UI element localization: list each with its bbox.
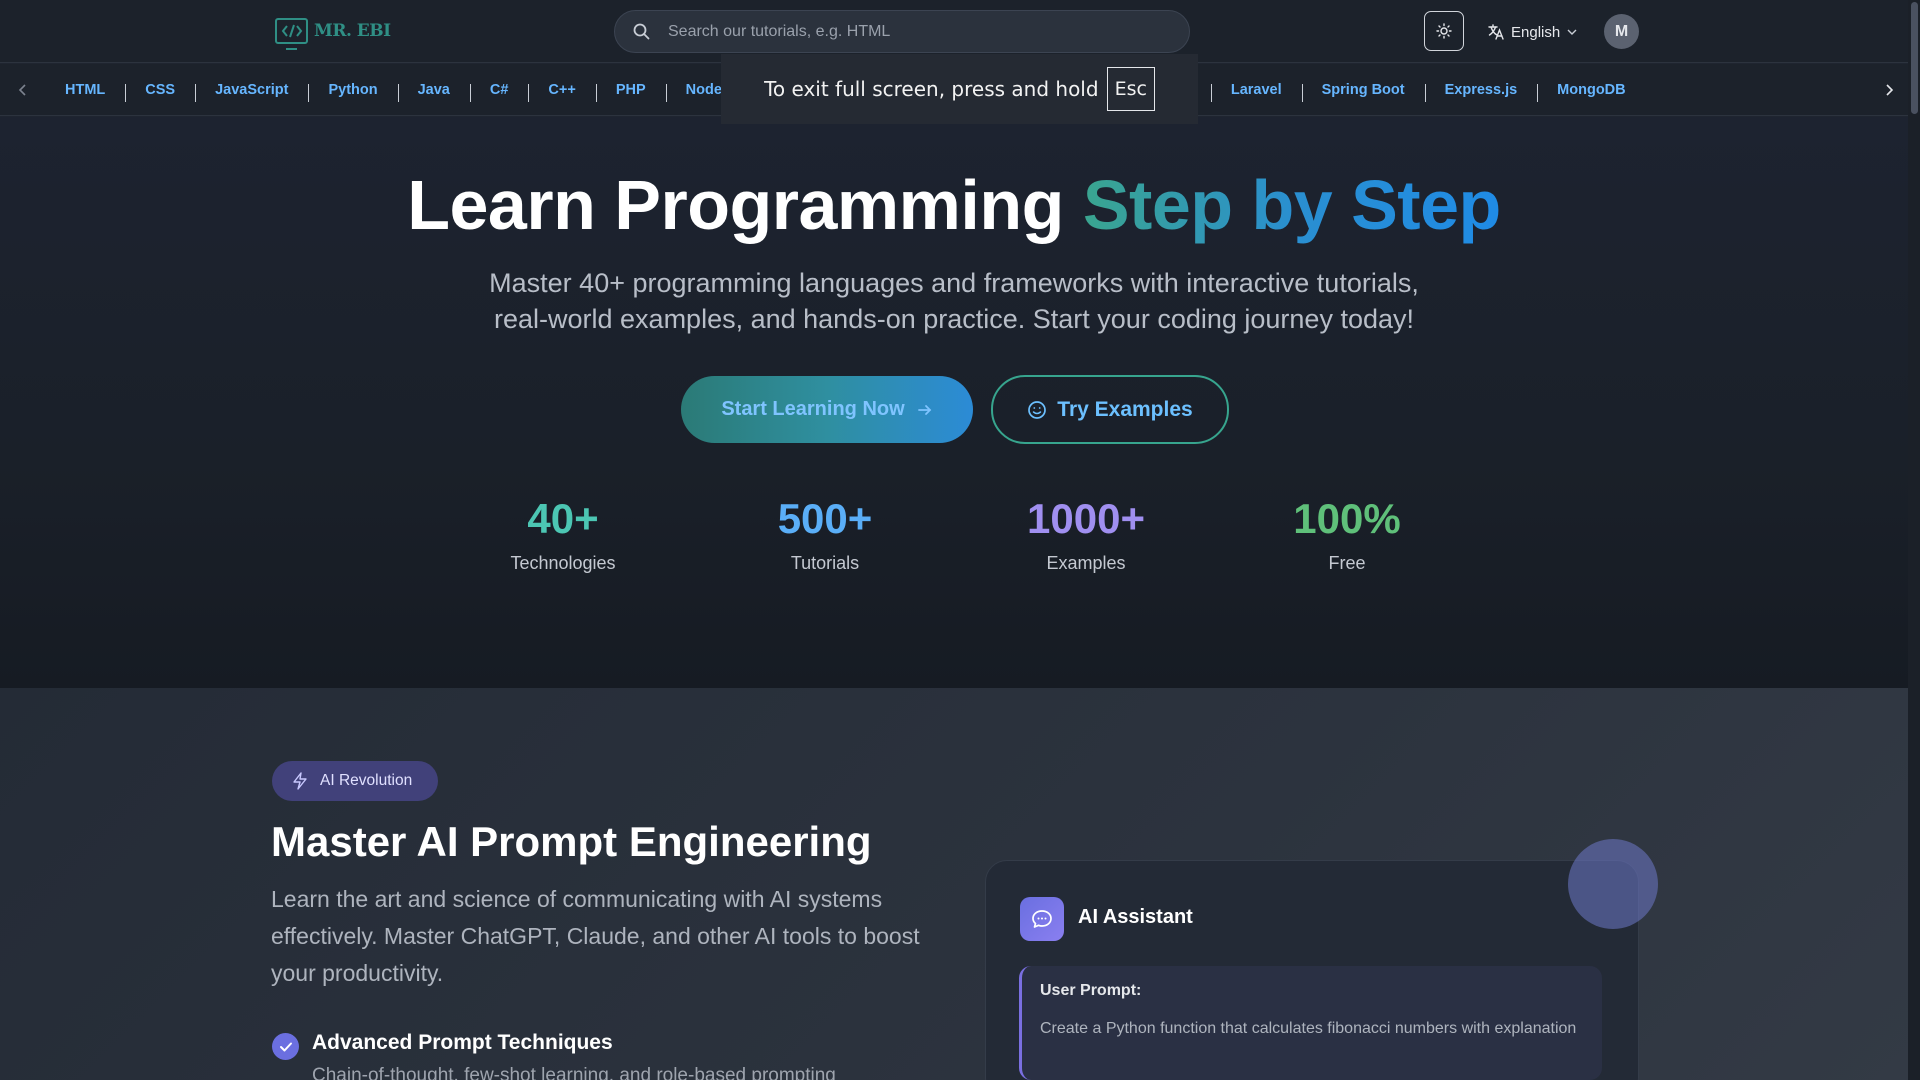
language-selector[interactable]: English [1487, 20, 1578, 44]
feature-title: Advanced Prompt Techniques [312, 1031, 613, 1054]
prompt-text: Create a Python function that calculates… [1040, 1020, 1577, 1037]
stat-value: 100% [1293, 495, 1401, 542]
hero-title-highlight: Step by Step [1082, 166, 1501, 244]
page-scrollbar-thumb[interactable] [1911, 2, 1918, 114]
stat-value: 40+ [527, 495, 599, 542]
ai-revolution-badge: AI Revolution [272, 761, 438, 801]
nav-item[interactable]: C# [469, 82, 529, 102]
smile-icon [1028, 400, 1047, 419]
prompt-label: User Prompt: [1040, 982, 1142, 999]
hero-subtitle-line1: Master 40+ programming languages and fra… [489, 268, 1419, 298]
sun-icon [1436, 23, 1452, 39]
nav-item[interactable]: JavaScript [195, 82, 308, 102]
user-prompt-box: User Prompt: Create a Python function th… [1019, 966, 1602, 1080]
ai-badge-label: AI Revolution [320, 772, 413, 789]
stat-free: 100% Free [1247, 495, 1447, 574]
stat-label: Technologies [510, 553, 616, 573]
search-icon [633, 23, 650, 40]
stat-examples: 1000+ Examples [986, 495, 1186, 574]
nav-item[interactable]: Python [308, 82, 397, 102]
start-learning-button[interactable]: Start Learning Now [681, 376, 973, 443]
chevron-left-icon [18, 84, 26, 96]
nav-item[interactable]: Laravel [1210, 82, 1302, 102]
hero-subtitle-line2: real-world examples, and hands-on practi… [494, 304, 1414, 334]
chevron-down-icon [1567, 29, 1577, 35]
search-input[interactable] [668, 22, 1148, 41]
stat-label: Tutorials [790, 553, 860, 573]
user-avatar[interactable]: M [1604, 14, 1639, 49]
lightning-icon [293, 772, 307, 790]
ai-assistant-title: AI Assistant [1078, 906, 1193, 928]
ai-section-title: Master AI Prompt Engineering [271, 818, 872, 865]
nav-scroll-right-button[interactable] [1866, 64, 1911, 116]
start-learning-label: Start Learning Now [721, 398, 905, 420]
nav-scroll-left-button[interactable] [0, 64, 45, 116]
hero-title: Learn Programming Step by Step [0, 165, 1908, 245]
site-logo[interactable]: MR. EBI [275, 16, 391, 50]
logo-text: MR. EBI [314, 21, 391, 41]
translate-icon [1488, 24, 1504, 40]
hero-subtitle: Master 40+ programming languages and fra… [404, 265, 1504, 337]
stat-technologies: 40+ Technologies [463, 495, 663, 574]
search-bar[interactable] [614, 10, 1190, 53]
nav-item[interactable]: C++ [528, 82, 595, 102]
nav-item[interactable]: HTML [45, 82, 125, 98]
theme-toggle-button[interactable] [1424, 11, 1464, 51]
nav-item[interactable]: Spring Boot [1301, 82, 1425, 102]
try-examples-label: Try Examples [1057, 397, 1193, 421]
language-label: English [1511, 23, 1561, 41]
fullscreen-exit-toast: To exit full screen, press and hold Esc [721, 54, 1198, 124]
nav-item[interactable]: MongoDB [1537, 82, 1645, 102]
esc-key-hint: Esc [1106, 67, 1155, 111]
ai-section-description: Learn the art and science of communicati… [271, 886, 920, 986]
stat-value: 1000+ [1027, 495, 1145, 542]
decorative-circle [1568, 839, 1658, 929]
chat-bubble-icon [1020, 897, 1064, 941]
check-icon [272, 1033, 299, 1060]
try-examples-button[interactable]: Try Examples [991, 375, 1229, 444]
logo-monitor-icon [275, 18, 308, 50]
nav-item[interactable]: Express.js [1424, 82, 1538, 102]
nav-item[interactable]: CSS [125, 82, 195, 102]
hero-title-plain: Learn Programming [407, 166, 1083, 244]
chevron-right-icon [1885, 84, 1893, 96]
stat-label: Free [1328, 553, 1366, 573]
arrow-right-icon [917, 404, 931, 415]
stat-label: Examples [1046, 553, 1126, 573]
stat-value: 500+ [777, 495, 873, 542]
toast-message: To exit full screen, press and hold [764, 77, 1099, 101]
page-scrollbar[interactable] [1908, 0, 1920, 1080]
feature-description: Chain-of-thought, few-shot learning, and… [312, 1065, 836, 1080]
stat-tutorials: 500+ Tutorials [725, 495, 925, 574]
nav-item[interactable]: Java [397, 82, 470, 102]
nav-item[interactable]: PHP [595, 82, 666, 102]
